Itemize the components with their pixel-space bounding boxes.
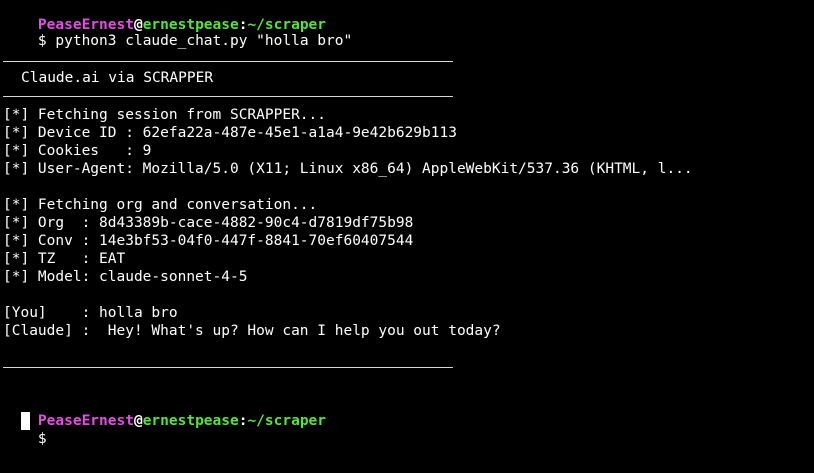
- banner-title: Claude.ai via SCRAPPER: [21, 70, 214, 86]
- log-line: [*] Model: claude-sonnet-4-5: [3, 269, 248, 285]
- prompt-host: ernestpease: [142, 413, 239, 429]
- log-line: [*] Conv : 14e3bf53-04f0-447f-8841-70ef6…: [3, 233, 414, 249]
- conversation-rule: [3, 367, 453, 368]
- text-cursor[interactable]: [21, 412, 30, 430]
- claude-message: [Claude] : Hey! What's up? How can I hel…: [3, 323, 501, 339]
- command-line: $ python3 claude_chat.py "holla bro": [3, 14, 352, 49]
- log-line: [*] Fetching org and conversation...: [3, 197, 318, 213]
- prompt-path: ~/scraper: [247, 413, 327, 429]
- banner-rule-top: [3, 61, 453, 62]
- prompt-user: PeaseErnest: [37, 413, 134, 429]
- user-message: [You] : holla bro: [3, 305, 178, 321]
- prompt-dollar: $: [37, 431, 47, 447]
- log-line: [*] User-Agent: Mozilla/5.0 (X11; Linux …: [3, 161, 693, 177]
- prompt-at: @: [133, 413, 143, 429]
- banner-rule-bottom: [3, 96, 453, 97]
- log-line: [*] Fetching session from SCRAPPER...: [3, 107, 327, 123]
- prompt-line: PeaseErnest@ernestpease:~/scraper: [3, 394, 326, 429]
- prompt-dollar: $: [37, 33, 47, 49]
- log-line: [*] Cookies : 9: [3, 143, 152, 159]
- log-line: [*] Org : 8d43389b-cace-4882-90c4-d7819d…: [3, 215, 414, 231]
- command-text: python3 claude_chat.py "holla bro": [55, 33, 353, 49]
- log-line: [*] Device ID : 62efa22a-487e-45e1-a1a4-…: [3, 125, 457, 141]
- log-line: [*] TZ : EAT: [3, 251, 126, 267]
- terminal-window[interactable]: PeaseErnest@ernestpease:~/scraper $ pyth…: [0, 0, 814, 473]
